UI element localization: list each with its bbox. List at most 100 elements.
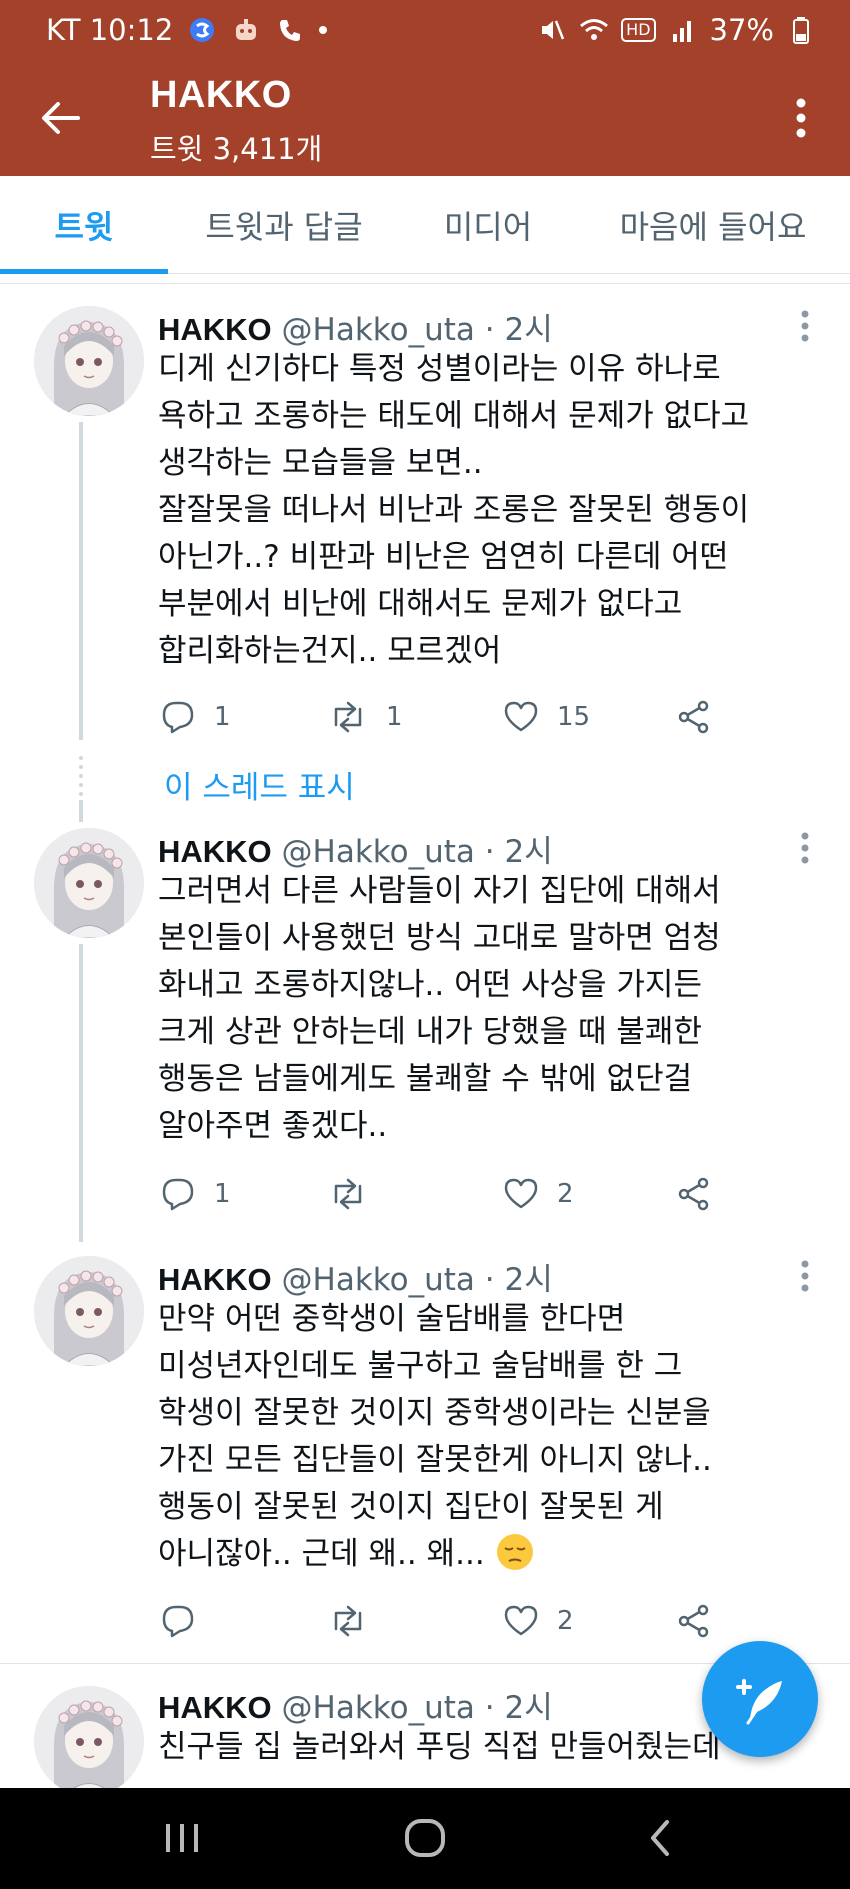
author-name[interactable]: HAKKO	[158, 1690, 272, 1725]
tweet-line: 아닌가..? 비판과 비난은 엄연히 다른데 어떤	[158, 539, 729, 575]
tweet-text: 디게 신기하다 특정 성별이라는 이유 하나로 욕하고 조롱하는 태도에 대해서…	[158, 346, 828, 675]
separator: ·	[484, 834, 495, 870]
share-button[interactable]	[676, 1172, 712, 1216]
recent-apps-button[interactable]	[142, 1808, 222, 1868]
tab-media[interactable]: 미디어	[400, 176, 576, 274]
author-name[interactable]: HAKKO	[158, 312, 272, 347]
share-icon	[676, 1176, 712, 1212]
divider	[0, 283, 850, 284]
profile-tabs: 트윗 트윗과 답글 미디어 마음에 들어요	[0, 176, 850, 274]
tweet-line: 화내고 조롱하지않나.. 어떤 사상을 가지든	[158, 967, 702, 1003]
show-thread-link[interactable]: 이 스레드 표시	[164, 762, 355, 807]
tweet-text: 그러면서 다른 사람들이 자기 집단에 대해서 본인들이 사용했던 방식 고대로…	[158, 868, 828, 1150]
more-vertical-icon	[800, 1259, 810, 1293]
back-icon	[651, 1820, 669, 1856]
tweet-line: 디게 신기하다 특정 성별이라는 이유 하나로	[158, 351, 721, 387]
like-count: 15	[557, 702, 591, 732]
tweet-header: HAKKO @Hakko_uta · 2시	[158, 1254, 553, 1299]
author-handle[interactable]: @Hakko_uta	[282, 312, 475, 348]
retweet-button[interactable]	[328, 1599, 386, 1643]
tweet-time: 2시	[504, 1262, 553, 1298]
avatar[interactable]	[34, 828, 144, 938]
tweet-line: 학생이 잘못한 것이지 중학생이라는 신분을	[158, 1395, 711, 1431]
tweet-header: HAKKO @Hakko_uta · 2시	[158, 304, 553, 349]
tweet-line: 합리화하는건지.. 모르겠어	[158, 633, 502, 669]
author-handle[interactable]: @Hakko_uta	[282, 834, 475, 870]
retweet-icon	[328, 1176, 368, 1212]
thread-line	[79, 422, 83, 740]
tweet-2[interactable]: HAKKO @Hakko_uta · 2시 그러면서 다른 사람들이 자기 집단…	[0, 800, 850, 1242]
tweet-line: 욕하고 조롱하는 태도에 대해서 문제가 없다고	[158, 398, 750, 434]
reply-button[interactable]: 1	[160, 1172, 231, 1216]
tweet-line: 행동이 잘못된 것이지 집단이 잘못된 게	[158, 1489, 664, 1525]
author-handle[interactable]: @Hakko_uta	[282, 1262, 475, 1298]
share-icon	[676, 699, 712, 735]
tweet-line: 크게 상관 안하는데 내가 당했을 때 불쾌한	[158, 1014, 702, 1050]
compose-tweet-icon	[736, 1679, 782, 1725]
mute-icon	[537, 15, 567, 45]
avatar[interactable]	[34, 306, 144, 416]
separator: ·	[484, 1690, 495, 1726]
back-nav-button[interactable]	[620, 1808, 700, 1868]
retweet-icon	[328, 699, 368, 735]
tweet-line: 부분에서 비난에 대해서도 문제가 없다고	[158, 586, 683, 622]
author-handle[interactable]: @Hakko_uta	[282, 1690, 475, 1726]
recent-apps-icon	[166, 1824, 198, 1852]
tweet-time: 2시	[504, 312, 553, 348]
home-button[interactable]	[385, 1808, 465, 1868]
back-button[interactable]	[30, 90, 90, 146]
thread-line	[79, 800, 83, 822]
heart-icon	[503, 1603, 539, 1639]
heart-icon	[503, 1176, 539, 1212]
reply-count: 1	[214, 1179, 231, 1209]
avatar[interactable]	[34, 1686, 144, 1788]
tweet-menu-button[interactable]	[790, 306, 820, 346]
arrow-left-icon	[42, 102, 80, 134]
like-button[interactable]: 2	[503, 1172, 574, 1216]
notification-dot	[319, 26, 328, 34]
tweet-actions: 1 1 15	[158, 695, 798, 739]
retweet-button[interactable]: 1	[328, 695, 403, 739]
like-button[interactable]: 15	[503, 695, 590, 739]
separator: ·	[484, 1262, 495, 1298]
tweet-1[interactable]: HAKKO @Hakko_uta · 2시 디게 신기하다 특정 성별이라는 이…	[0, 300, 850, 740]
tweet-line: 행동은 남들에게도 불쾌할 수 밖에 없단걸	[158, 1061, 693, 1097]
profile-header: HAKKO 트윗 3,411개	[0, 60, 850, 176]
compose-tweet-button[interactable]	[702, 1641, 818, 1757]
battery-icon	[786, 15, 816, 45]
heart-icon	[503, 699, 539, 735]
more-options-button[interactable]	[776, 90, 826, 146]
author-name[interactable]: HAKKO	[158, 834, 272, 869]
tweet-header: HAKKO @Hakko_uta · 2시	[158, 1682, 553, 1727]
retweet-button[interactable]	[328, 1172, 386, 1216]
tab-tweets[interactable]: 트윗	[0, 176, 168, 274]
retweet-icon	[328, 1603, 368, 1639]
tweet-line: 만약 어떤 중학생이 술담배를 한다면	[158, 1301, 626, 1337]
tweet-time: 2시	[504, 834, 553, 870]
share-button[interactable]	[676, 1599, 712, 1643]
tab-likes[interactable]: 마음에 들어요	[576, 176, 850, 274]
tweet-line: 아니잖아.. 근데 왜.. 왜...	[158, 1536, 485, 1572]
battery-level: 37%	[709, 13, 774, 47]
tweet-time: 2시	[504, 1690, 553, 1726]
thread-gap-dots	[79, 756, 83, 801]
tweet-menu-button[interactable]	[790, 1256, 820, 1296]
tab-tweets-replies[interactable]: 트윗과 답글	[168, 176, 400, 274]
tweet-line: 알아주면 좋겠다..	[158, 1108, 388, 1144]
pensive-face-icon	[496, 1534, 533, 1570]
tweet-line-with-emoji: 아니잖아.. 근데 왜.. 왜...	[158, 1531, 828, 1578]
share-button[interactable]	[676, 695, 712, 739]
more-vertical-icon	[796, 98, 806, 138]
tweet-3[interactable]: HAKKO @Hakko_uta · 2시 만약 어떤 중학생이 술담배를 한다…	[0, 1250, 850, 1650]
reply-button[interactable]: 1	[160, 695, 231, 739]
tweet-header: HAKKO @Hakko_uta · 2시	[158, 826, 553, 871]
tweet-menu-button[interactable]	[790, 828, 820, 868]
avatar[interactable]	[34, 1256, 144, 1366]
like-button[interactable]: 2	[503, 1599, 574, 1643]
reply-button[interactable]	[160, 1599, 214, 1643]
tweet-text: 만약 어떤 중학생이 술담배를 한다면 미성년자인데도 불구하고 술담배를 한 …	[158, 1296, 828, 1578]
reply-count: 1	[214, 702, 231, 732]
author-name[interactable]: HAKKO	[158, 1262, 272, 1297]
thread-line	[79, 944, 83, 1242]
tweet-line: 그러면서 다른 사람들이 자기 집단에 대해서	[158, 873, 721, 909]
